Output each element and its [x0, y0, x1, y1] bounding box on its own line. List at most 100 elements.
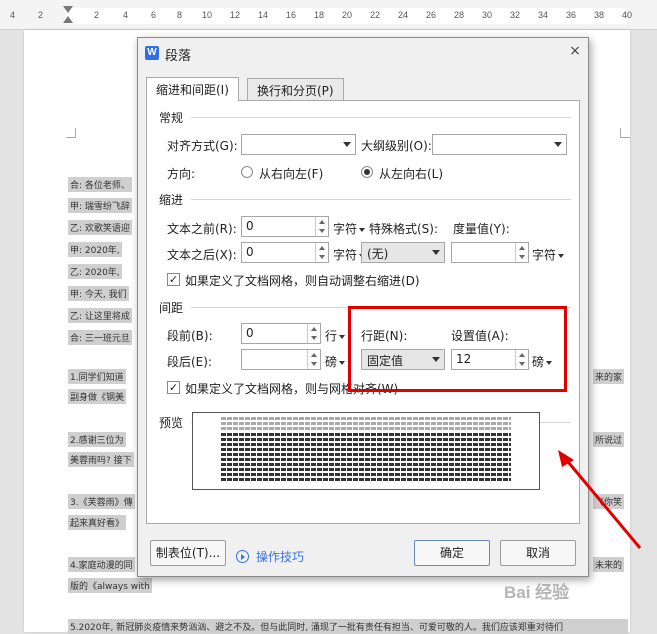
- arrow-up-icon[interactable]: [319, 220, 325, 224]
- arrow-down-icon[interactable]: [519, 255, 525, 259]
- indent-before-spinner[interactable]: 0: [241, 216, 329, 237]
- unit-label: 字符: [333, 222, 358, 236]
- arrow-up-icon[interactable]: [319, 246, 325, 250]
- preview-line: [221, 478, 511, 481]
- space-after-label: 段后(E):: [167, 355, 212, 369]
- doc-line: 所说过: [593, 432, 625, 447]
- divider: [191, 117, 571, 118]
- spinner-buttons[interactable]: [315, 243, 328, 262]
- doc-line: 版的《always with: [68, 578, 152, 593]
- measure-spinner[interactable]: [451, 242, 529, 263]
- cancel-button[interactable]: 取消: [500, 540, 576, 566]
- paragraph-preview: [192, 412, 540, 490]
- unit-label: 行: [325, 329, 338, 343]
- section-preview-heading: 预览: [159, 416, 184, 430]
- preview-line: [221, 417, 511, 420]
- doc-line: 1.同学们知道: [68, 369, 126, 384]
- spinner-buttons[interactable]: [515, 243, 528, 262]
- arrow-down-icon[interactable]: [311, 362, 317, 366]
- space-after-spinner[interactable]: [241, 349, 321, 370]
- tips-link[interactable]: 操作技巧: [256, 548, 304, 565]
- arrow-down-icon[interactable]: [311, 336, 317, 340]
- doc-line: 2.感谢三位为: [68, 432, 126, 447]
- tabs-button[interactable]: 制表位(T)...: [150, 540, 226, 566]
- arrow-down-icon[interactable]: [319, 229, 325, 233]
- special-format-select[interactable]: (无): [361, 242, 445, 263]
- preview-line: [221, 438, 511, 441]
- outline-level-select[interactable]: [432, 134, 567, 155]
- indent-after-value: 0: [246, 245, 254, 259]
- section-general-heading: 常规: [159, 111, 184, 125]
- rtl-label[interactable]: 从右向左(F): [259, 165, 323, 182]
- margin-corner-mark: [66, 128, 76, 138]
- preview-line: [221, 463, 511, 466]
- tab-line-page-breaks[interactable]: 换行和分页(P): [247, 78, 344, 100]
- doc-line: 甲: 今天, 我们: [68, 286, 129, 301]
- chevron-down-icon: [343, 142, 351, 147]
- hanging-indent-marker[interactable]: [63, 16, 73, 23]
- ruler-number: 14: [258, 10, 269, 20]
- auto-adjust-label[interactable]: 如果定义了文档网格，则自动调整右缩进(D): [185, 272, 420, 289]
- arrow-up-icon[interactable]: [311, 327, 317, 331]
- indent-after-spinner[interactable]: 0: [241, 242, 329, 263]
- indent-before-label: 文本之前(R):: [167, 222, 237, 236]
- doc-line: 来的家: [593, 369, 625, 384]
- special-format-label: 特殊格式(S):: [369, 222, 439, 236]
- caret-down-icon: [339, 334, 346, 339]
- auto-adjust-checkbox[interactable]: ✓: [167, 273, 180, 286]
- ruler-number: 40: [622, 10, 633, 20]
- outline-level-label: 大纲级别(O):: [361, 139, 432, 153]
- ruler-number: 2: [38, 10, 44, 20]
- space-before-spinner[interactable]: 0: [241, 323, 321, 344]
- ruler-number: 32: [510, 10, 521, 20]
- caret-down-icon: [339, 360, 346, 365]
- ruler-number: 10: [202, 10, 213, 20]
- alignment-select[interactable]: [241, 134, 356, 155]
- ruler-number: 16: [286, 10, 297, 20]
- caret-down-icon: [359, 227, 366, 232]
- space-before-unit-dropdown[interactable]: 行: [325, 327, 346, 344]
- first-line-indent-marker[interactable]: [63, 6, 73, 13]
- ruler-number: 26: [426, 10, 437, 20]
- ok-button[interactable]: 确定: [414, 540, 490, 566]
- spinner-buttons[interactable]: [307, 324, 320, 343]
- caret-down-icon: [558, 253, 565, 258]
- arrow-up-icon[interactable]: [519, 246, 525, 250]
- play-icon[interactable]: [236, 550, 249, 563]
- arrow-down-icon[interactable]: [319, 255, 325, 259]
- dialog-title: 段落: [165, 49, 192, 64]
- preview-line: [221, 443, 511, 446]
- ruler-number: 4: [10, 10, 16, 20]
- direction-label: 方向:: [167, 167, 196, 181]
- spinner-buttons[interactable]: [307, 350, 320, 369]
- spinner-buttons[interactable]: [315, 217, 328, 236]
- measure-label: 度量值(Y):: [453, 222, 510, 236]
- dialog-titlebar[interactable]: W 段落 ×: [138, 38, 588, 68]
- doc-line: 乙: 让这里将成: [68, 308, 132, 323]
- indent-before-unit-dropdown[interactable]: 字符: [333, 220, 366, 237]
- ltr-label[interactable]: 从左向右(L): [379, 165, 443, 182]
- ruler-number: 24: [398, 10, 409, 20]
- indent-after-label: 文本之后(X):: [167, 248, 237, 262]
- doc-line: 《你笑: [593, 494, 625, 509]
- ltr-radio[interactable]: [361, 166, 373, 178]
- preview-line: [221, 422, 511, 425]
- section-spacing-heading: 间距: [159, 301, 184, 315]
- ruler-number: 2: [94, 10, 100, 20]
- close-icon[interactable]: ×: [567, 43, 583, 59]
- ruler-number: 18: [314, 10, 325, 20]
- margin-corner-mark: [620, 128, 630, 138]
- chevron-down-icon: [432, 250, 440, 255]
- arrow-up-icon[interactable]: [311, 353, 317, 357]
- grid-align-checkbox[interactable]: ✓: [167, 381, 180, 394]
- preview-line: [221, 468, 511, 471]
- ruler-number: 8: [177, 10, 183, 20]
- space-after-unit-dropdown[interactable]: 磅: [325, 353, 346, 370]
- unit-label: 字符: [333, 248, 358, 262]
- ruler-number: 34: [538, 10, 549, 20]
- rtl-radio[interactable]: [241, 166, 253, 178]
- doc-line: 副身做《钢美: [68, 389, 127, 404]
- alignment-label: 对齐方式(G):: [167, 139, 238, 153]
- measure-unit-dropdown[interactable]: 字符: [532, 246, 565, 263]
- tab-indent-spacing[interactable]: 缩进和间距(I): [146, 77, 239, 101]
